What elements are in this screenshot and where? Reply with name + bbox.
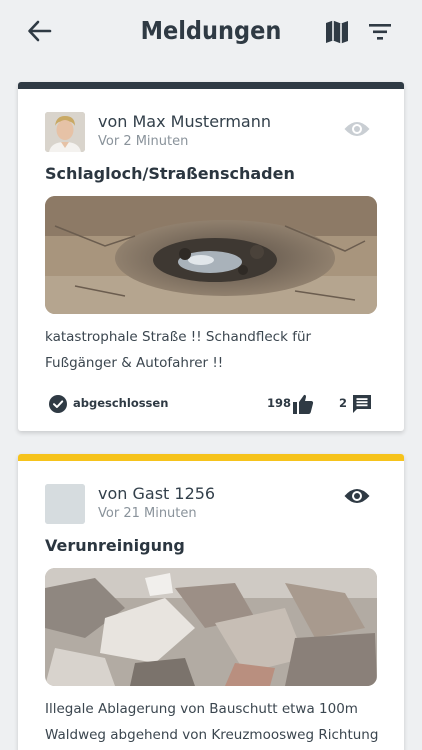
report-author: von Max Mustermann (98, 112, 272, 131)
report-time: Vor 2 Minuten (98, 134, 189, 149)
page-title: Meldungen (140, 16, 282, 45)
map-icon (326, 20, 348, 44)
check-circle-icon (49, 395, 67, 413)
comment-icon[interactable] (352, 394, 372, 414)
avatar (45, 484, 85, 524)
comment-count: 2 (339, 396, 348, 410)
watch-button[interactable] (343, 485, 371, 507)
avatar (45, 112, 85, 152)
report-time: Vor 21 Minuten (98, 506, 197, 521)
status-label: abgeschlossen (73, 396, 169, 410)
pothole-photo (45, 196, 377, 314)
eye-icon (344, 122, 370, 136)
report-photo[interactable] (45, 196, 377, 314)
report-card[interactable]: von Gast 1256 Vor 21 Minuten Verunreinig… (18, 454, 404, 750)
report-title: Schlagloch/Straßenschaden (45, 164, 295, 183)
filter-icon (369, 24, 391, 40)
user-photo (45, 112, 85, 152)
status-stripe (18, 454, 404, 461)
report-author: von Gast 1256 (98, 484, 216, 503)
report-title: Verunreinigung (45, 536, 185, 555)
report-photo[interactable] (45, 568, 377, 686)
top-bar: Meldungen (0, 0, 422, 62)
rubble-photo (45, 568, 377, 686)
thumbs-up-icon[interactable] (292, 393, 314, 415)
status-stripe (18, 82, 404, 89)
report-card[interactable]: von Max Mustermann Vor 2 Minuten Schlagl… (18, 82, 404, 431)
guest-placeholder (45, 484, 85, 524)
filter-button[interactable] (366, 18, 396, 46)
report-description: katastrophale Straße !! Schandfleck für … (45, 329, 312, 371)
eye-icon (344, 489, 370, 503)
report-description: Illegale Ablagerung von Bauschutt etwa 1… (45, 701, 379, 743)
like-count: 198 (267, 396, 292, 410)
watch-button[interactable] (343, 118, 371, 140)
map-button[interactable] (323, 18, 351, 46)
report-footer: abgeschlossen 198 2 (45, 393, 377, 417)
